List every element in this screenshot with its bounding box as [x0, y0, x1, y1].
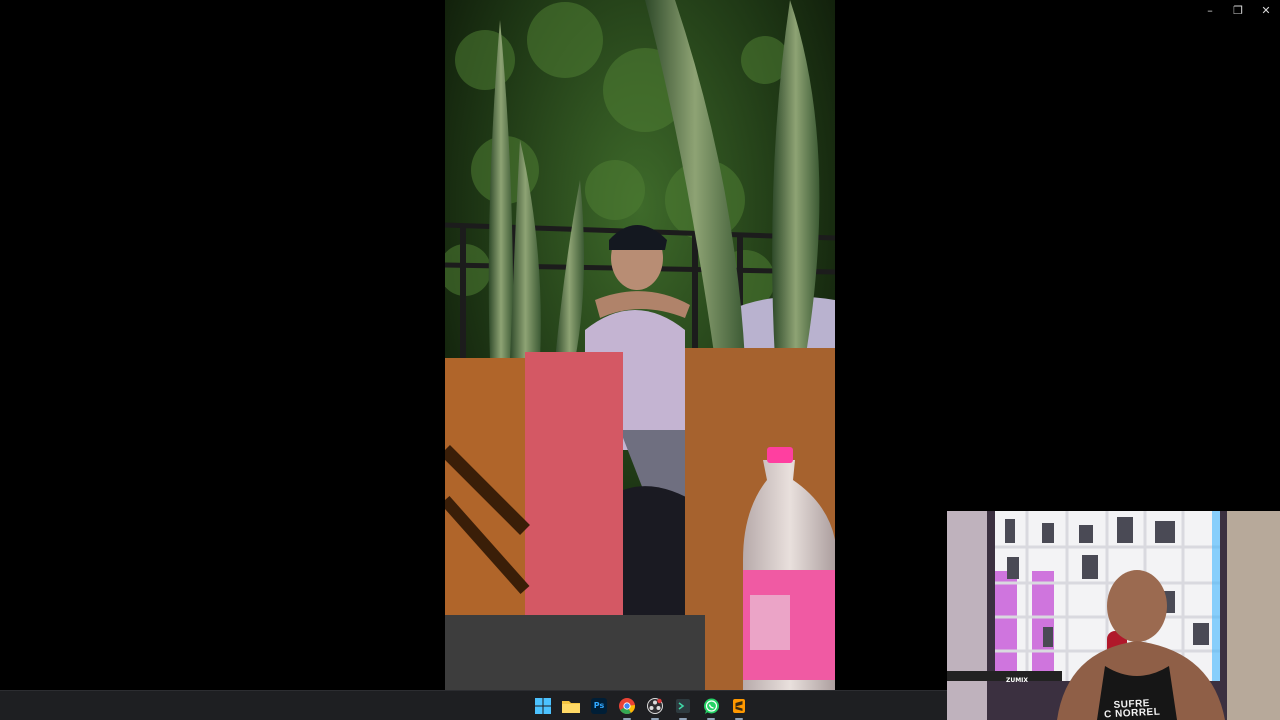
terminal-icon[interactable] — [671, 694, 695, 720]
photoshop-icon[interactable]: Ps — [587, 694, 611, 718]
window-controls: – ❐ ✕ — [1196, 0, 1280, 20]
close-button[interactable]: ✕ — [1252, 0, 1280, 20]
minimize-button[interactable]: – — [1196, 0, 1224, 20]
channel-logo: ZUMIX — [1005, 677, 1029, 684]
chrome-icon[interactable] — [615, 694, 639, 720]
folder-icon[interactable] — [559, 694, 583, 718]
webcam-overlay — [947, 511, 1280, 720]
restore-button[interactable]: ❐ — [1224, 0, 1252, 20]
streamer-camera-image — [947, 511, 1280, 720]
shirt-text: SUFRE C NORREL — [1103, 698, 1161, 720]
video-player[interactable] — [445, 0, 835, 690]
obs-icon[interactable] — [643, 694, 667, 720]
taskbar: Ps — [0, 690, 947, 720]
video-frame — [445, 0, 835, 690]
sublime-icon[interactable] — [727, 694, 751, 720]
whatsapp-icon[interactable] — [699, 694, 723, 720]
windows-logo-icon[interactable] — [531, 694, 555, 718]
taskbar-apps: Ps — [531, 691, 751, 720]
photoshop-label: Ps — [591, 698, 607, 714]
